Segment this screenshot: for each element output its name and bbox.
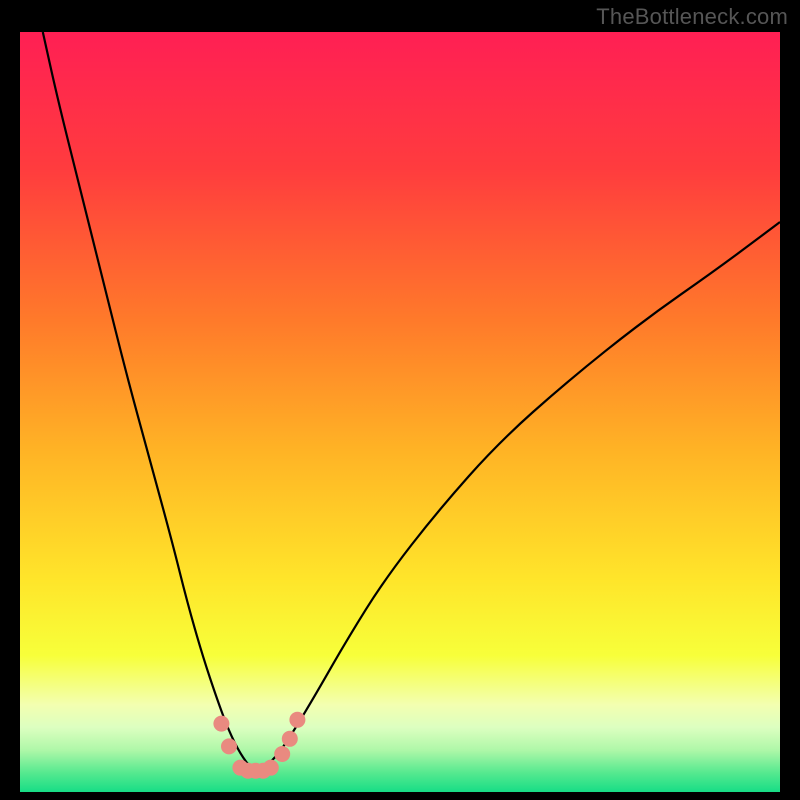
marker-dot [289,712,305,728]
watermark-text: TheBottleneck.com [596,4,788,30]
marker-dot [263,760,279,776]
marker-dot [274,746,290,762]
marker-dot [221,738,237,754]
chart-frame [20,32,780,792]
bottleneck-plot [20,32,780,792]
gradient-background [20,32,780,792]
marker-dot [282,731,298,747]
marker-dot [213,716,229,732]
